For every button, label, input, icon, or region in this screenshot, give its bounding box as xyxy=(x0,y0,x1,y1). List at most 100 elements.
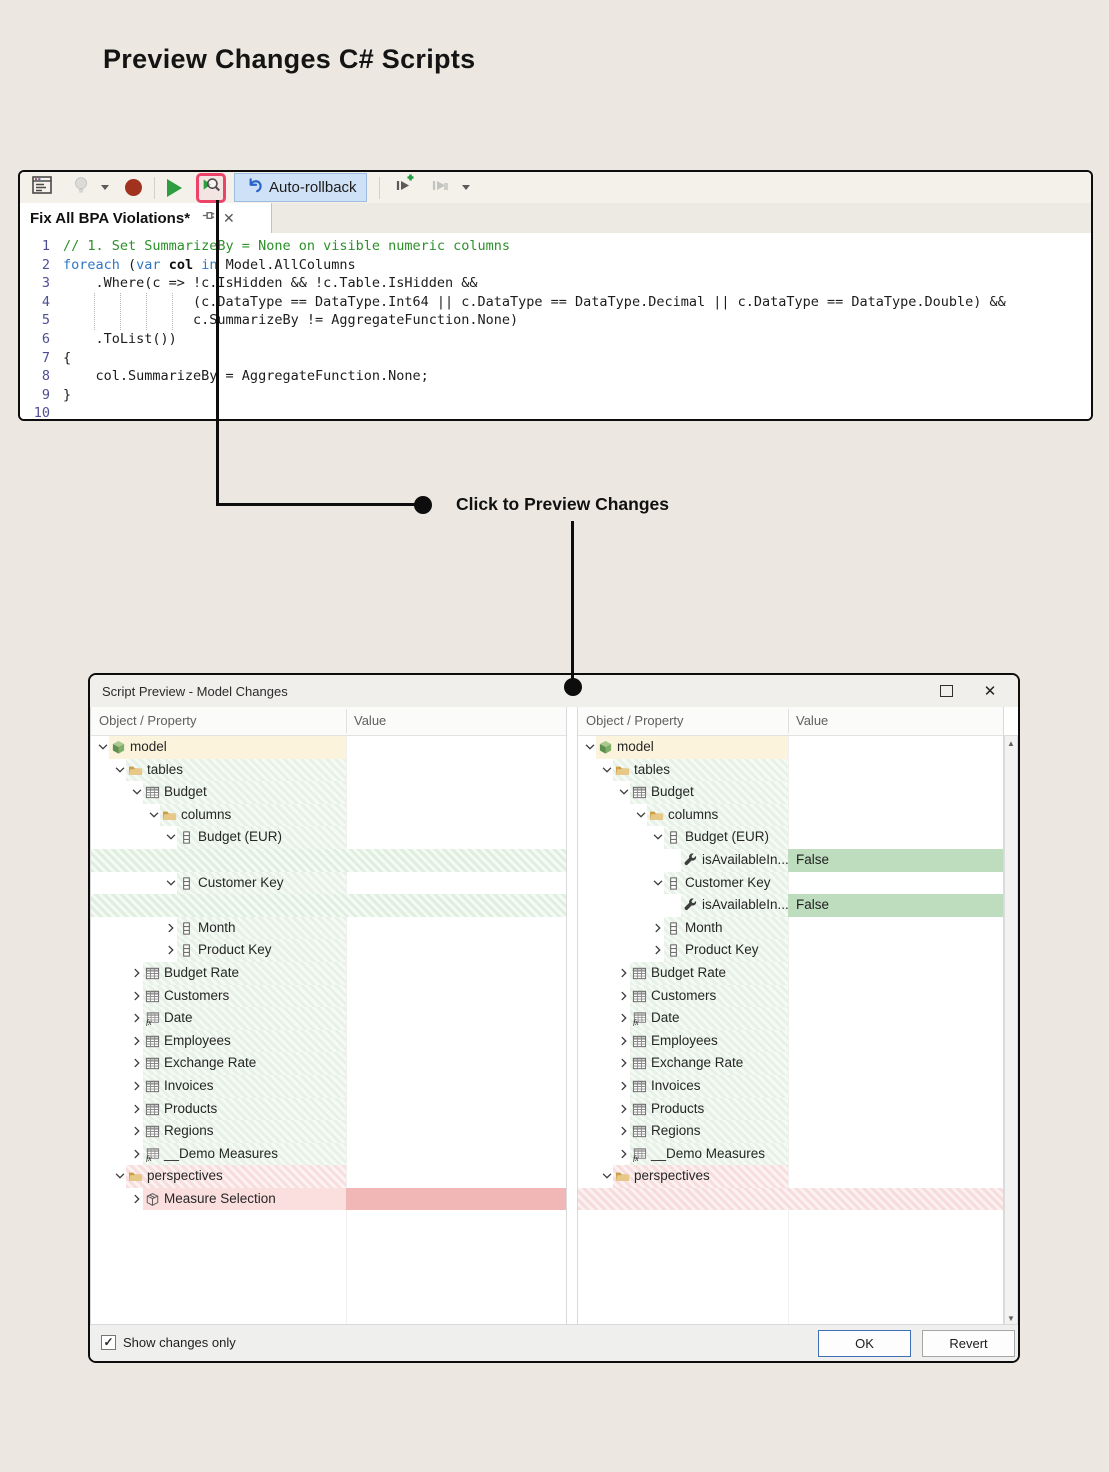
tree-row[interactable]: tables xyxy=(578,759,1003,782)
chevron-down-icon[interactable] xyxy=(147,808,161,822)
tree-row[interactable]: Product Key xyxy=(578,939,1003,962)
tree-row[interactable]: Products xyxy=(578,1098,1003,1121)
tree-row[interactable]: Exchange Rate xyxy=(91,1052,566,1075)
tree-row[interactable]: Exchange Rate xyxy=(578,1052,1003,1075)
tree-row[interactable]: fxDate xyxy=(91,1007,566,1030)
tree-row[interactable]: perspectives xyxy=(578,1165,1003,1188)
run-custom-action-button[interactable] xyxy=(392,175,416,201)
tree-row[interactable]: isAvailableIn...False xyxy=(578,894,1003,917)
show-changes-only-checkbox[interactable]: ✓ xyxy=(101,1335,116,1350)
chevron-down-icon[interactable] xyxy=(130,785,144,799)
chevron-down-icon[interactable] xyxy=(113,1169,127,1183)
auto-rollback-button[interactable]: Auto-rollback xyxy=(234,173,367,202)
chevron-down-icon[interactable] xyxy=(651,876,665,890)
suggestions-dropdown[interactable] xyxy=(101,175,109,201)
chevron-right-icon[interactable] xyxy=(617,1011,631,1025)
scroll-up-button[interactable]: ▲ xyxy=(1005,736,1017,751)
tree-row[interactable]: fxDate xyxy=(578,1007,1003,1030)
tree-row[interactable]: Customer Key xyxy=(578,872,1003,895)
tree-row[interactable]: Budget (EUR) xyxy=(578,826,1003,849)
chevron-right-icon[interactable] xyxy=(130,1079,144,1093)
tree-row[interactable]: columns xyxy=(578,804,1003,827)
pin-icon[interactable] xyxy=(201,208,216,228)
panel-header: Object / Property Value xyxy=(578,707,1003,736)
preview-changes-button[interactable] xyxy=(196,173,226,203)
chevron-down-icon[interactable] xyxy=(617,785,631,799)
chevron-right-icon[interactable] xyxy=(617,1102,631,1116)
chevron-right-icon[interactable] xyxy=(617,1056,631,1070)
chevron-right-icon[interactable] xyxy=(130,966,144,980)
tree-row[interactable]: Month xyxy=(91,917,566,940)
chevron-down-icon[interactable] xyxy=(651,830,665,844)
tree-row[interactable]: isAvailableIn...False xyxy=(578,849,1003,872)
vertical-scrollbar[interactable]: ▲ ▼ xyxy=(1004,735,1018,1327)
tree-row[interactable]: perspectives xyxy=(91,1165,566,1188)
chevron-right-icon[interactable] xyxy=(130,1124,144,1138)
tree-row[interactable]: Customer Key xyxy=(91,872,566,895)
revert-button[interactable]: Revert xyxy=(922,1330,1015,1357)
chevron-right-icon[interactable] xyxy=(617,1079,631,1093)
chevron-down-icon[interactable] xyxy=(634,808,648,822)
tree-row[interactable]: Measure Selection xyxy=(91,1188,566,1211)
chevron-down-icon[interactable] xyxy=(113,763,127,777)
tree-row[interactable]: Customers xyxy=(578,985,1003,1008)
chevron-right-icon[interactable] xyxy=(130,989,144,1003)
chevron-down-icon[interactable] xyxy=(164,876,178,890)
tree-row[interactable]: fx__Demo Measures xyxy=(91,1143,566,1166)
tree-row[interactable]: Budget xyxy=(578,781,1003,804)
new-script-button[interactable] xyxy=(30,175,54,201)
chevron-right-icon[interactable] xyxy=(164,943,178,957)
chevron-down-icon[interactable] xyxy=(600,1169,614,1183)
tree-row[interactable]: Regions xyxy=(578,1120,1003,1143)
chevron-down-icon[interactable] xyxy=(164,830,178,844)
tree-row[interactable]: Regions xyxy=(91,1120,566,1143)
chevron-right-icon[interactable] xyxy=(617,1034,631,1048)
tree-row[interactable]: Budget Rate xyxy=(91,962,566,985)
chevron-right-icon[interactable] xyxy=(130,1056,144,1070)
run-options-dropdown[interactable] xyxy=(462,175,470,201)
tree-row[interactable]: Customers xyxy=(91,985,566,1008)
tree-row[interactable]: model xyxy=(578,736,1003,759)
suggestions-button[interactable] xyxy=(70,175,92,201)
dialog-titlebar[interactable]: Script Preview - Model Changes ✕ xyxy=(90,675,1018,708)
tree-row-label: Budget Rate xyxy=(651,962,726,985)
chevron-down-icon[interactable] xyxy=(96,740,110,754)
chevron-right-icon[interactable] xyxy=(130,1102,144,1116)
chevron-right-icon[interactable] xyxy=(130,1147,144,1161)
tree-row[interactable]: model xyxy=(91,736,566,759)
chevron-right-icon[interactable] xyxy=(130,1192,144,1206)
tree-row[interactable]: Invoices xyxy=(91,1075,566,1098)
chevron-right-icon[interactable] xyxy=(617,1124,631,1138)
chevron-right-icon[interactable] xyxy=(130,1034,144,1048)
record-button[interactable] xyxy=(125,175,142,201)
maximize-button[interactable] xyxy=(926,675,966,706)
tree-row[interactable]: Employees xyxy=(91,1030,566,1053)
chevron-down-icon[interactable] xyxy=(600,763,614,777)
ok-button[interactable]: OK xyxy=(818,1330,911,1357)
chevron-right-icon[interactable] xyxy=(617,966,631,980)
tree-row[interactable]: Budget xyxy=(91,781,566,804)
tree-row[interactable]: Product Key xyxy=(91,939,566,962)
tree-row-label: Invoices xyxy=(164,1075,214,1098)
chevron-right-icon[interactable] xyxy=(617,1147,631,1161)
tree-row[interactable]: columns xyxy=(91,804,566,827)
tree-row[interactable]: tables xyxy=(91,759,566,782)
tree-row[interactable]: fx__Demo Measures xyxy=(578,1143,1003,1166)
tab-fix-all-bpa-violations[interactable]: Fix All BPA Violations* ✕ xyxy=(20,203,272,233)
tree-row[interactable]: Budget (EUR) xyxy=(91,826,566,849)
code-editor[interactable]: 1// 1. Set SummarizeBy = None on visible… xyxy=(20,233,1091,421)
chevron-right-icon[interactable] xyxy=(651,921,665,935)
chevron-right-icon[interactable] xyxy=(130,1011,144,1025)
chevron-down-icon[interactable] xyxy=(583,740,597,754)
close-button[interactable]: ✕ xyxy=(970,675,1010,706)
tree-row[interactable]: Invoices xyxy=(578,1075,1003,1098)
chevron-right-icon[interactable] xyxy=(617,989,631,1003)
tree-row[interactable]: Month xyxy=(578,917,1003,940)
tree-row[interactable]: Budget Rate xyxy=(578,962,1003,985)
chevron-right-icon[interactable] xyxy=(651,943,665,957)
tree-row[interactable]: Products xyxy=(91,1098,566,1121)
tree-row[interactable]: Employees xyxy=(578,1030,1003,1053)
chevron-right-icon[interactable] xyxy=(164,921,178,935)
close-tab-icon[interactable]: ✕ xyxy=(223,211,235,225)
run-script-button[interactable] xyxy=(167,175,182,201)
